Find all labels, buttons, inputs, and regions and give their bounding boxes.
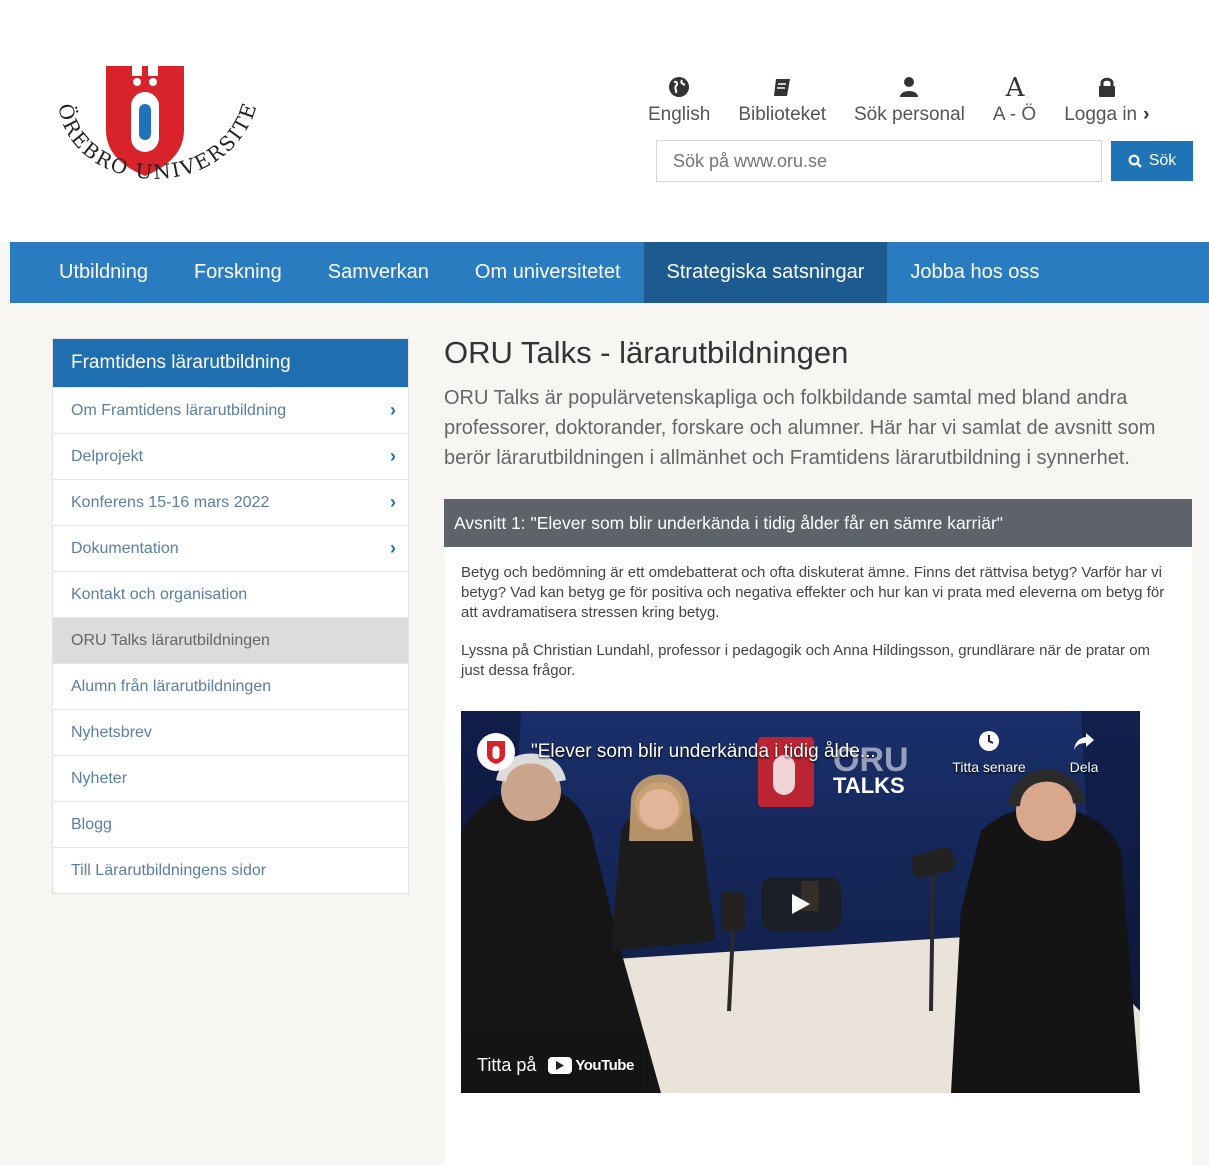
nav-utbildning[interactable]: Utbildning [10, 242, 171, 303]
nav-jobba-hos-oss[interactable]: Jobba hos oss [887, 242, 1062, 303]
youtube-video-embed[interactable]: ORU TALKS "Elever som blir underkända i … [461, 711, 1140, 1093]
sidebar-item-label: Nyhetsbrev [71, 723, 152, 741]
search-button[interactable]: Sök [1111, 141, 1193, 181]
utility-nav: English Biblioteket Sök personal A A - Ö… [648, 66, 1177, 126]
episode-paragraph: Betyg och bedömning är ett omdebatterat … [461, 564, 1165, 621]
watch-on-label: Titta på [477, 1054, 537, 1075]
main-content: ORU Talks - lärarutbildningen ORU Talks … [444, 335, 1192, 1165]
sidebar-item-label: Konferens 15-16 mars 2022 [71, 493, 270, 511]
svg-text:A: A [1004, 73, 1025, 98]
sidebar-item-label: Till Lärarutbildningens sidor [71, 861, 267, 879]
sidebar-item-om-framtidens[interactable]: Om Framtidens lärarutbildning › [53, 387, 408, 433]
chevron-right-icon: › [390, 492, 396, 512]
play-icon [792, 894, 810, 914]
university-logo[interactable]: ÖREBRO UNIVERSITET [44, 60, 274, 220]
util-login[interactable]: Logga in › [1064, 66, 1149, 126]
chevron-right-icon: › [390, 446, 396, 466]
util-library[interactable]: Biblioteket [738, 66, 826, 126]
sidebar-nav: Framtidens lärarutbildning Om Framtidens… [52, 338, 409, 894]
share-button[interactable]: Dela [1059, 729, 1109, 775]
nav-samverkan[interactable]: Samverkan [305, 242, 452, 303]
search-button-label: Sök [1148, 152, 1177, 169]
person-icon [898, 66, 920, 98]
nav-om-universitetet[interactable]: Om universitetet [452, 242, 644, 303]
video-title[interactable]: "Elever som blir underkända i tidig ålde… [531, 741, 876, 763]
sidebar-item-lararutbildningens-sidor[interactable]: Till Lärarutbildningens sidor [53, 847, 408, 893]
watch-on-youtube[interactable]: Titta på YouTube [461, 1037, 641, 1093]
clock-icon [979, 731, 999, 751]
episode-heading[interactable]: Avsnitt 1: "Elever som blir underkända i… [444, 499, 1192, 547]
util-staff-search[interactable]: Sök personal [854, 66, 965, 126]
youtube-play-icon [548, 1056, 573, 1074]
lock-icon [1097, 66, 1117, 98]
sidebar-item-nyheter[interactable]: Nyheter [53, 755, 408, 801]
util-english[interactable]: English [648, 66, 710, 126]
sidebar-item-kontakt[interactable]: Kontakt och organisation [53, 571, 408, 617]
sidebar-item-oru-talks[interactable]: ORU Talks lärarutbildningen [53, 617, 408, 663]
book-icon [771, 66, 793, 98]
intro-text: ORU Talks är populärvetenskapliga och fo… [444, 387, 1156, 469]
sidebar-item-label: Nyheter [71, 769, 128, 787]
main-nav: Utbildning Forskning Samverkan Om univer… [10, 242, 1209, 303]
share-label: Dela [1069, 759, 1099, 775]
search-input[interactable] [656, 140, 1102, 182]
search-icon [1128, 154, 1142, 168]
episode-paragraph: Lyssna på Christian Lundahl, professor i… [461, 642, 1151, 679]
watch-later-button[interactable]: Titta senare [939, 729, 1039, 775]
sidebar-item-label: Om Framtidens lärarutbildning [71, 401, 287, 419]
util-a-o[interactable]: A A - Ö [993, 66, 1036, 126]
sidebar-item-label: Delprojekt [71, 447, 144, 465]
globe-icon [668, 66, 690, 98]
sidebar-item-dokumentation[interactable]: Dokumentation › [53, 525, 408, 571]
play-button[interactable] [761, 877, 841, 931]
channel-avatar[interactable] [477, 733, 515, 771]
sidebar-item-label: Kontakt och organisation [71, 585, 248, 603]
sidebar-header[interactable]: Framtidens lärarutbildning [53, 339, 408, 387]
sidebar-item-label: ORU Talks lärarutbildningen [71, 631, 270, 649]
nav-forskning[interactable]: Forskning [171, 242, 305, 303]
chevron-right-icon: › [1143, 104, 1150, 125]
svg-text:TALKS: TALKS [833, 773, 905, 798]
sidebar-item-blogg[interactable]: Blogg [53, 801, 408, 847]
youtube-wordmark: YouTube [575, 1056, 634, 1074]
sidebar-item-label: Alumn från lärarutbildningen [71, 677, 272, 695]
chevron-right-icon: › [390, 538, 396, 558]
sidebar-item-nyhetsbrev[interactable]: Nyhetsbrev [53, 709, 408, 755]
episode-body: Betyg och bedömning är ett omdebatterat … [444, 547, 1192, 1165]
site-header: ÖREBRO UNIVERSITET English Biblioteket S… [0, 0, 1209, 242]
sidebar-item-delprojekt[interactable]: Delprojekt › [53, 433, 408, 479]
sidebar-item-label: Dokumentation [71, 539, 179, 557]
chevron-right-icon: › [390, 400, 396, 420]
sidebar-item-alumn[interactable]: Alumn från lärarutbildningen [53, 663, 408, 709]
sidebar-item-label: Blogg [71, 815, 112, 833]
login-label: Logga in [1064, 104, 1138, 125]
sidebar-item-konferens[interactable]: Konferens 15-16 mars 2022 › [53, 479, 408, 525]
watch-later-label: Titta senare [952, 759, 1026, 775]
page-title: ORU Talks - lärarutbildningen [444, 335, 849, 370]
share-icon [1074, 733, 1094, 750]
nav-strategiska-satsningar[interactable]: Strategiska satsningar [643, 242, 888, 303]
letter-a-icon: A [1003, 66, 1027, 98]
youtube-logo: YouTube [548, 1056, 634, 1074]
